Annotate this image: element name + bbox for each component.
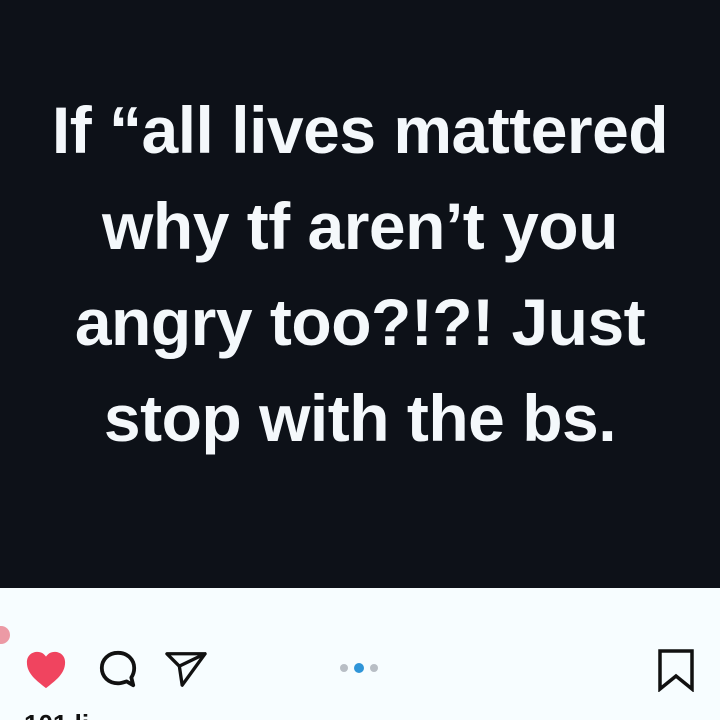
post-text-line: angry too?!?! Just: [74, 285, 646, 359]
carousel-dot: [340, 664, 348, 672]
likes-count[interactable]: 101 li: [24, 708, 89, 720]
post-action-bar: 101 li: [0, 588, 720, 720]
post-text-line: stop with the bs.: [103, 381, 617, 455]
heart-icon[interactable]: [23, 649, 69, 691]
comment-icon[interactable]: [98, 648, 138, 690]
post-text-line: If “all lives mattered: [51, 93, 669, 167]
carousel-dot: [370, 664, 378, 672]
carousel-indicator: [340, 662, 380, 674]
post-caption-image-text: If “all lives mattered why tf aren’t you…: [8, 82, 712, 466]
share-icon[interactable]: [163, 649, 209, 689]
post-text-line: why tf aren’t you: [102, 189, 618, 263]
avatar-edge: [0, 626, 10, 644]
bookmark-icon[interactable]: [656, 648, 696, 692]
instagram-post-screen: If “all lives mattered why tf aren’t you…: [0, 0, 720, 720]
post-image[interactable]: If “all lives mattered why tf aren’t you…: [0, 0, 720, 588]
carousel-dot-active: [354, 663, 364, 673]
